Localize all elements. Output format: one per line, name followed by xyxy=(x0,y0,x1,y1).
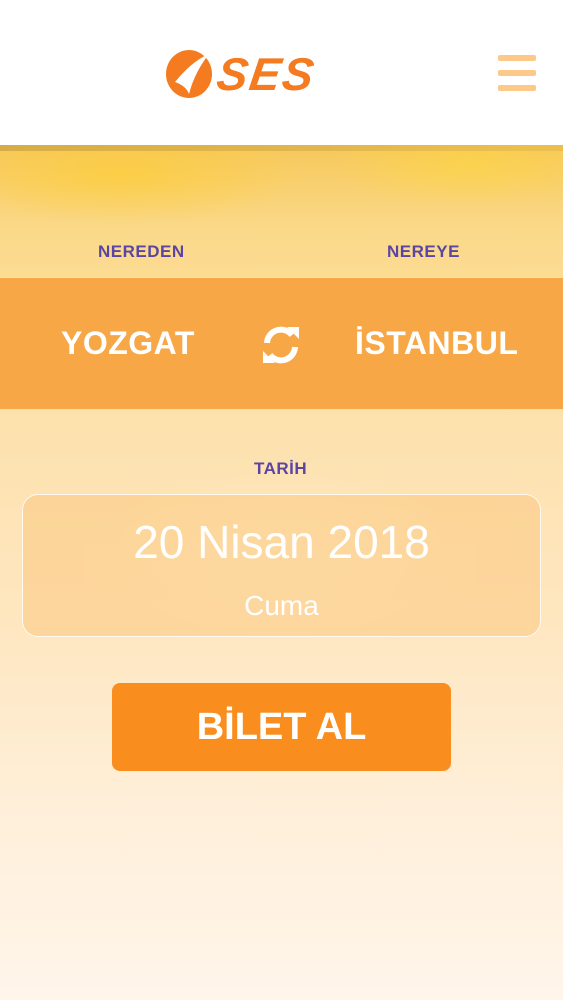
to-city[interactable]: İSTANBUL xyxy=(355,325,518,362)
date-label: TARİH xyxy=(254,459,308,478)
svg-text:SES: SES xyxy=(214,48,319,100)
app-header: SES xyxy=(0,0,563,145)
to-label: NEREYE xyxy=(387,242,460,261)
swap-refresh-icon xyxy=(263,326,299,364)
date-picker[interactable]: 20 Nisan 2018 Cuma xyxy=(22,494,541,637)
swap-button[interactable] xyxy=(259,323,303,367)
route-bar: YOZGAT İSTANBUL xyxy=(0,277,563,410)
menu-button[interactable] xyxy=(498,55,536,91)
buy-ticket-button[interactable]: BİLET AL xyxy=(112,683,451,771)
hamburger-menu-icon xyxy=(498,55,536,61)
from-city[interactable]: YOZGAT xyxy=(61,325,195,362)
from-label: NEREDEN xyxy=(98,242,185,261)
date-weekday: Cuma xyxy=(244,590,319,621)
ses-logo: SES xyxy=(165,48,400,100)
date-value: 20 Nisan 2018 xyxy=(133,516,430,568)
